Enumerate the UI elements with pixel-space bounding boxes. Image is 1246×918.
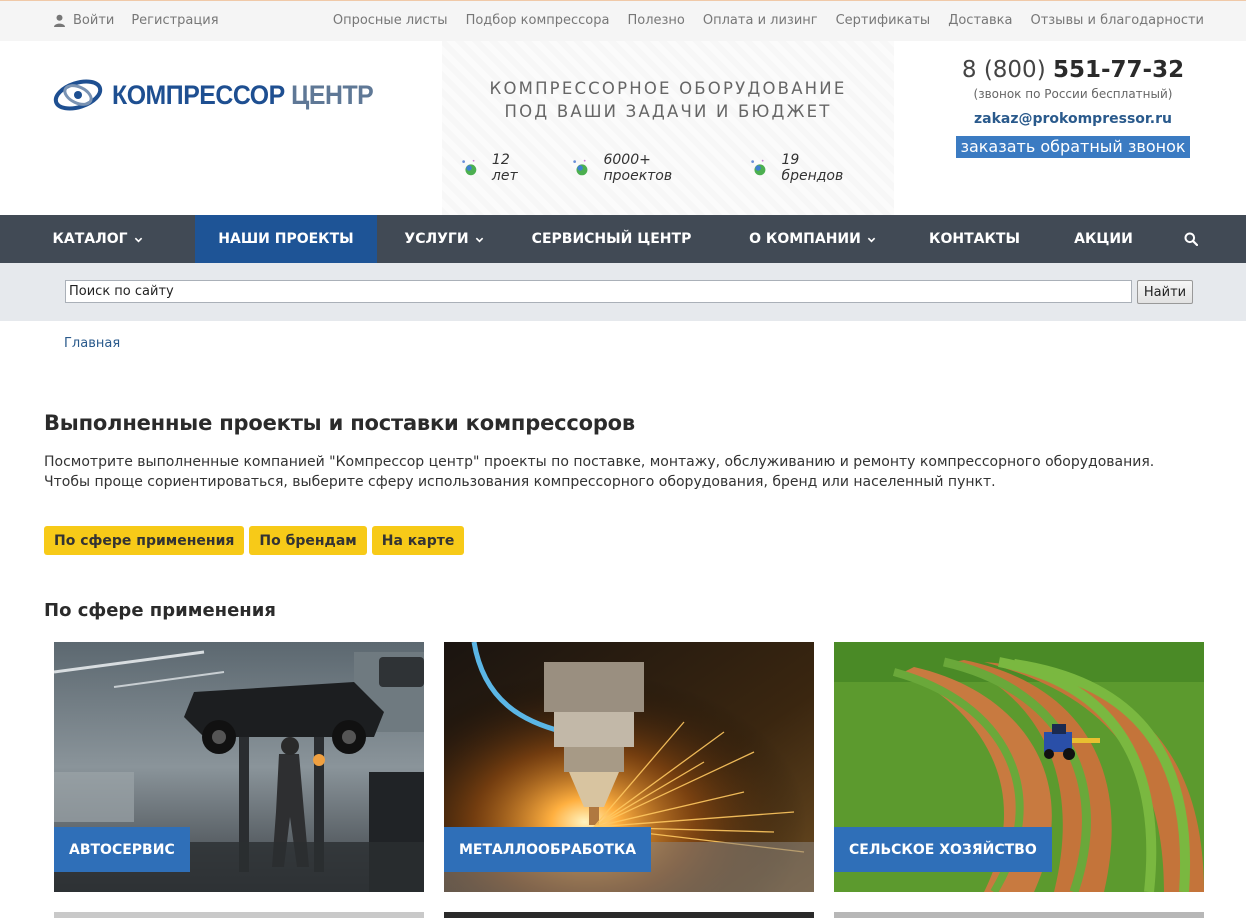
user-icon	[54, 14, 65, 27]
chevron-down-icon	[134, 237, 142, 242]
search-input[interactable]	[65, 280, 1132, 303]
intro-line2: Чтобы проще сориентироваться, выберите с…	[44, 474, 996, 490]
top-bar: Войти Регистрация Опросные листы Подбор …	[0, 0, 1246, 41]
logo-text: КОМПРЕССОР ЦЕНТР	[112, 79, 374, 111]
filter-by-application-button[interactable]: По сфере применения	[44, 526, 245, 555]
chevron-down-icon	[867, 237, 876, 242]
phone-number[interactable]: 8 (800) 551-77-32	[948, 57, 1198, 83]
top-link-reviews[interactable]: Отзывы и благодарности	[1030, 13, 1204, 28]
auth-links: Войти Регистрация	[53, 13, 236, 28]
stat-brands-text: 19 брендов	[781, 152, 844, 184]
nav-search-button[interactable]	[1171, 215, 1211, 263]
email-link[interactable]: zakaz@prokompressor.ru	[948, 111, 1198, 127]
nav-item-label: НАШИ ПРОЕКТЫ	[218, 231, 354, 247]
nav-item-label: АКЦИИ	[1074, 231, 1133, 247]
site-logo[interactable]: КОМПРЕССОР ЦЕНТР	[52, 75, 396, 115]
top-link-questionnaires[interactable]: Опросные листы	[333, 13, 448, 28]
chevron-down-icon	[475, 237, 483, 242]
header-contacts: 8 (800) 551-77-32 (звонок по России бесп…	[948, 57, 1198, 158]
site-header: КОМПРЕССОР ЦЕНТР КОМПРЕССОРНОЕ ОБОРУДОВА…	[0, 41, 1246, 215]
stat-brands: 19 брендов	[749, 152, 858, 184]
breadcrumb-home[interactable]: Главная	[64, 336, 120, 351]
phone-note: (звонок по России бесплатный)	[973, 87, 1173, 101]
globe-icon	[751, 159, 766, 176]
card-agriculture[interactable]: СЕЛЬСКОЕ ХОЗЯЙСТВО	[834, 642, 1204, 892]
nav-item-services[interactable]: УСЛУГИ	[377, 215, 511, 263]
logo-text-part2: ЦЕНТР	[291, 79, 374, 110]
card-metalworking[interactable]: МЕТАЛЛООБРАБОТКА	[444, 642, 814, 892]
card-auto-service[interactable]: АВТОСЕРВИС	[54, 642, 424, 892]
nav-item-contacts[interactable]: КОНТАКТЫ	[913, 215, 1036, 263]
card-next-row-2[interactable]	[444, 912, 814, 918]
nav-item-catalog[interactable]: КАТАЛОГ	[0, 215, 195, 263]
top-link-delivery[interactable]: Доставка	[948, 13, 1012, 28]
nav-item-label: УСЛУГИ	[404, 231, 469, 247]
search-icon	[1184, 232, 1198, 246]
nav-item-label: КОНТАКТЫ	[929, 231, 1020, 247]
phone-prefix: 8 (800)	[961, 57, 1046, 83]
nav-item-label: КАТАЛОГ	[52, 231, 128, 247]
page-title: Выполненные проекты и поставки компрессо…	[44, 411, 635, 435]
page-intro: Посмотрите выполненные компанией "Компре…	[44, 452, 1154, 492]
nav-item-service-center[interactable]: СЕРВИСНЫЙ ЦЕНТР	[511, 215, 712, 263]
banner-stats: 12 лет 6000+ проектов 19 брендов	[460, 152, 894, 184]
intro-line1: Посмотрите выполненные компанией "Компре…	[44, 454, 1155, 470]
card-label: МЕТАЛЛООБРАБОТКА	[444, 827, 652, 872]
search-submit-button[interactable]: Найти	[1137, 280, 1193, 304]
banner-slogan-line2: ПОД ВАШИ ЗАДАЧИ И БЮДЖЕТ	[504, 102, 832, 121]
top-link-payment-leasing[interactable]: Оплата и лизинг	[703, 13, 818, 28]
nav-item-projects[interactable]: НАШИ ПРОЕКТЫ	[195, 215, 377, 263]
nav-item-about[interactable]: О КОМПАНИИ	[712, 215, 913, 263]
stat-projects: 6000+ проектов	[571, 152, 713, 184]
callback-button[interactable]: заказать обратный звонок	[956, 136, 1190, 158]
login-link[interactable]: Войти	[73, 13, 114, 28]
filter-on-map-button[interactable]: На карте	[371, 526, 465, 555]
main-nav: КАТАЛОГ НАШИ ПРОЕКТЫ УСЛУГИ СЕРВИСНЫЙ ЦЕ…	[0, 215, 1246, 263]
card-label: АВТОСЕРВИС	[54, 827, 190, 872]
logo-emblem-icon	[53, 79, 103, 111]
logo-text-part1: КОМПРЕССОР	[112, 79, 285, 110]
search-bar: Найти	[0, 263, 1246, 321]
top-links: Опросные листы Подбор компрессора Полезн…	[315, 13, 1204, 28]
nav-item-label: СЕРВИСНЫЙ ЦЕНТР	[531, 231, 692, 247]
nav-item-label: О КОМПАНИИ	[749, 231, 861, 247]
stat-years-text: 12 лет	[491, 152, 518, 184]
register-link[interactable]: Регистрация	[131, 13, 218, 28]
stat-years: 12 лет	[460, 152, 535, 184]
stat-projects-text: 6000+ проектов	[603, 152, 673, 184]
phone-main: 551-77-32	[1052, 57, 1185, 83]
top-link-useful[interactable]: Полезно	[627, 13, 684, 28]
globe-icon	[573, 159, 588, 176]
card-next-row-3[interactable]	[834, 912, 1204, 918]
filter-by-brand-button[interactable]: По брендам	[249, 526, 367, 555]
globe-icon	[462, 159, 477, 176]
card-label: СЕЛЬСКОЕ ХОЗЯЙСТВО	[834, 827, 1052, 872]
card-next-row-1[interactable]	[54, 912, 424, 918]
header-banner: КОМПРЕССОРНОЕ ОБОРУДОВАНИЕ ПОД ВАШИ ЗАДА…	[442, 41, 894, 215]
section-title: По сфере применения	[44, 600, 276, 621]
nav-item-promotions[interactable]: АКЦИИ	[1036, 215, 1171, 263]
banner-slogan-line1: КОМПРЕССОРНОЕ ОБОРУДОВАНИЕ	[489, 79, 847, 98]
top-link-compressor-selection[interactable]: Подбор компрессора	[466, 13, 610, 28]
top-link-certificates[interactable]: Сертификаты	[836, 13, 931, 28]
filter-buttons: По сфере применения По брендам На карте	[44, 526, 469, 555]
